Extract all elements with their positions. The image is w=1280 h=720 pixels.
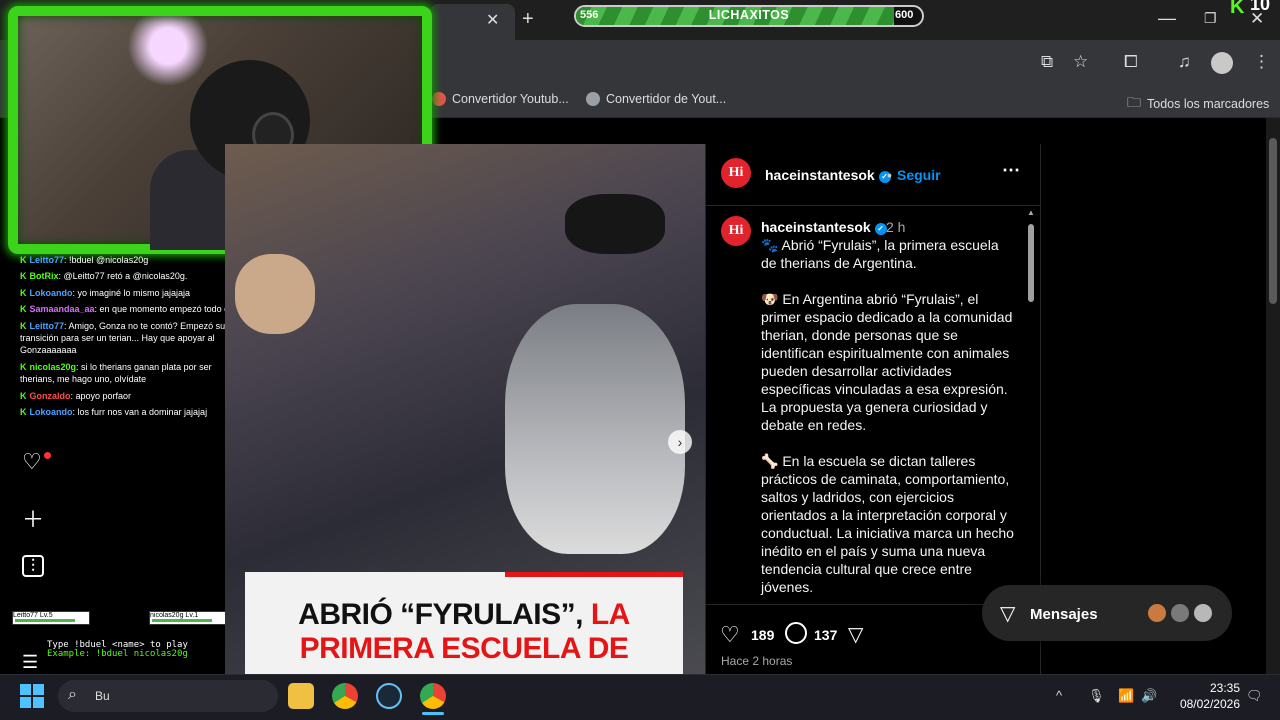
bookmark-star-icon[interactable]: ☆ (1073, 52, 1088, 72)
caption-username[interactable]: haceinstantesok ✓ (761, 219, 887, 235)
dashboard-icon[interactable]: ⫶ (22, 555, 44, 577)
profile-avatar[interactable] (1211, 52, 1233, 74)
notifications-heart-icon[interactable]: ♡ (22, 449, 42, 475)
like-heart-icon[interactable]: ♡ (720, 622, 740, 648)
wifi-icon[interactable]: 📶 (1118, 688, 1134, 704)
game-example: Example: !bduel nicolas20g (47, 649, 188, 659)
follow-button[interactable]: Seguir (897, 167, 941, 183)
browser-tab[interactable] (430, 4, 515, 40)
active-app-indicator (422, 712, 444, 715)
bookmark-label: Convertidor de Yout... (606, 92, 727, 106)
chat-message: Knicolas20g: si lo therians ganan plata … (20, 361, 212, 385)
all-bookmarks-label: Todos los marcadores (1147, 97, 1270, 111)
more-menu-icon[interactable]: ☰ (22, 652, 38, 673)
scroll-up-icon[interactable]: ▲ (1027, 208, 1035, 217)
steam-icon[interactable] (376, 683, 402, 709)
player2-hp-bar (152, 619, 212, 622)
send-icon: ▽ (1000, 603, 1016, 625)
volume-icon[interactable]: 🔊 (1141, 688, 1157, 704)
file-explorer-icon[interactable] (288, 683, 314, 709)
bookmark-favicon-icon (432, 92, 446, 106)
xp-goal: 600 (895, 9, 914, 21)
create-plus-icon[interactable]: ＋ (22, 502, 44, 534)
message-avatar (1192, 602, 1214, 624)
search-icon: ⌕ (68, 686, 77, 703)
comment-icon[interactable] (785, 622, 807, 644)
bookmark-item[interactable]: Convertidor Youtub... (432, 92, 569, 106)
tab-close-icon[interactable]: ✕ (486, 10, 499, 30)
post-age: Hace 2 horas (721, 654, 793, 668)
bookmark-label: Convertidor Youtub... (452, 92, 569, 106)
chat-message: K Gonzaldo: apoyo porfaor (20, 390, 132, 401)
chat-message: K Leitto77: Amigo, Gonza no te contó? Emp… (20, 320, 226, 356)
post-username[interactable]: haceinstantesok ✓ (765, 167, 891, 183)
more-options-icon[interactable]: ⋯ (1002, 160, 1020, 181)
player2-level: Lv.1 (185, 612, 199, 619)
chat-message: K Leitto77: !bduel @nicolas20g (20, 255, 149, 265)
clock-date[interactable]: 08/02/2026 (1172, 697, 1240, 711)
player1-hp-bar (15, 619, 75, 622)
tray-chevron-icon[interactable]: ^ (1056, 688, 1062, 703)
all-bookmarks[interactable]: 🗀 Todos los marcadores (1127, 92, 1269, 116)
fox-mask-figure (235, 254, 315, 334)
post-caption: 🐾 Abrió “Fyrulais”, la primera escuela d… (761, 237, 1014, 595)
separator-dot: • (887, 167, 892, 183)
banner-accent (505, 572, 683, 577)
search-text: Bu (95, 689, 110, 703)
clock-time[interactable]: 23:35 (1196, 681, 1240, 695)
verified-badge-icon: ✓ (874, 223, 887, 235)
carousel-next-icon[interactable]: › (668, 430, 692, 454)
folder-icon: 🗀 (1127, 94, 1141, 110)
player2-hp-card: nicolas20g Lv.1 (149, 611, 227, 625)
caption-scroll-thumb[interactable] (1028, 224, 1034, 302)
minimize-icon[interactable]: — (1158, 8, 1176, 29)
kick-logo: K (1230, 0, 1245, 18)
chrome-profile-icon[interactable] (420, 683, 446, 709)
caption-avatar[interactable]: Hi (721, 216, 751, 246)
xp-label: LICHAXITOS (708, 8, 790, 22)
share-icon[interactable]: ▽ (848, 622, 863, 647)
chat-message: K Lokoando: los furr nos van a dominar ja… (20, 407, 208, 418)
restore-icon[interactable]: ❐ (1204, 10, 1217, 27)
player1-name: Leitto77 (13, 612, 38, 619)
extensions-icon[interactable]: ⧠ (1124, 52, 1138, 72)
globe-icon (586, 92, 600, 106)
comments-count: 137 (814, 627, 838, 643)
chat-message: K Lokoando: yo imaginé lo mismo jajajaja (20, 287, 191, 298)
messages-label: Mensajes (1030, 606, 1098, 623)
media-control-icon[interactable]: ♫ (1178, 52, 1191, 72)
taskbar-search[interactable] (58, 680, 278, 712)
windows-start-icon[interactable] (20, 684, 44, 708)
page-scroll-thumb[interactable] (1269, 138, 1277, 304)
menu-kebab-icon[interactable]: ⋮ (1253, 52, 1270, 72)
headline-text: ABRIÓ “FYRULAIS”, LA PRIMERA ESCUELA DE (298, 598, 630, 665)
chrome-icon[interactable] (332, 683, 358, 709)
message-avatar (1146, 602, 1168, 624)
chat-message: K Samaandaa_aa: en que momento empezó tod… (20, 304, 239, 315)
caption-time: 2 h (886, 219, 906, 235)
player1-hp-card: Leitto77 Lv.5 (12, 611, 90, 625)
player1-level: Lv.5 (39, 612, 53, 619)
account-avatar[interactable]: Hi (721, 158, 751, 188)
likes-count: 189 (751, 627, 775, 643)
post-image[interactable]: › ABRIÓ “FYRULAIS”, LA PRIMERA ESCUELA D… (225, 144, 705, 674)
microphone-icon[interactable]: 🎙 (1088, 688, 1105, 704)
notification-dot (44, 452, 51, 459)
chat-message: K BotRix: @Leitto77 retó a @nicolas20g. (20, 271, 188, 282)
stream-chat: K Leitto77: !bduel @nicolas20g K BotRix: @… (20, 254, 242, 422)
corner-number: 10 (1250, 0, 1271, 14)
player2-name: nicolas20g (150, 612, 184, 619)
message-avatar (1169, 602, 1191, 624)
cat-mask-figure (565, 194, 665, 254)
install-app-icon[interactable]: ⧉ (1041, 52, 1053, 72)
new-tab-icon[interactable]: + (522, 8, 534, 31)
bookmark-item[interactable]: Convertidor de Yout... (586, 92, 726, 106)
notifications-icon[interactable]: 🗨 (1246, 688, 1263, 704)
wolf-mask-figure (505, 304, 685, 554)
